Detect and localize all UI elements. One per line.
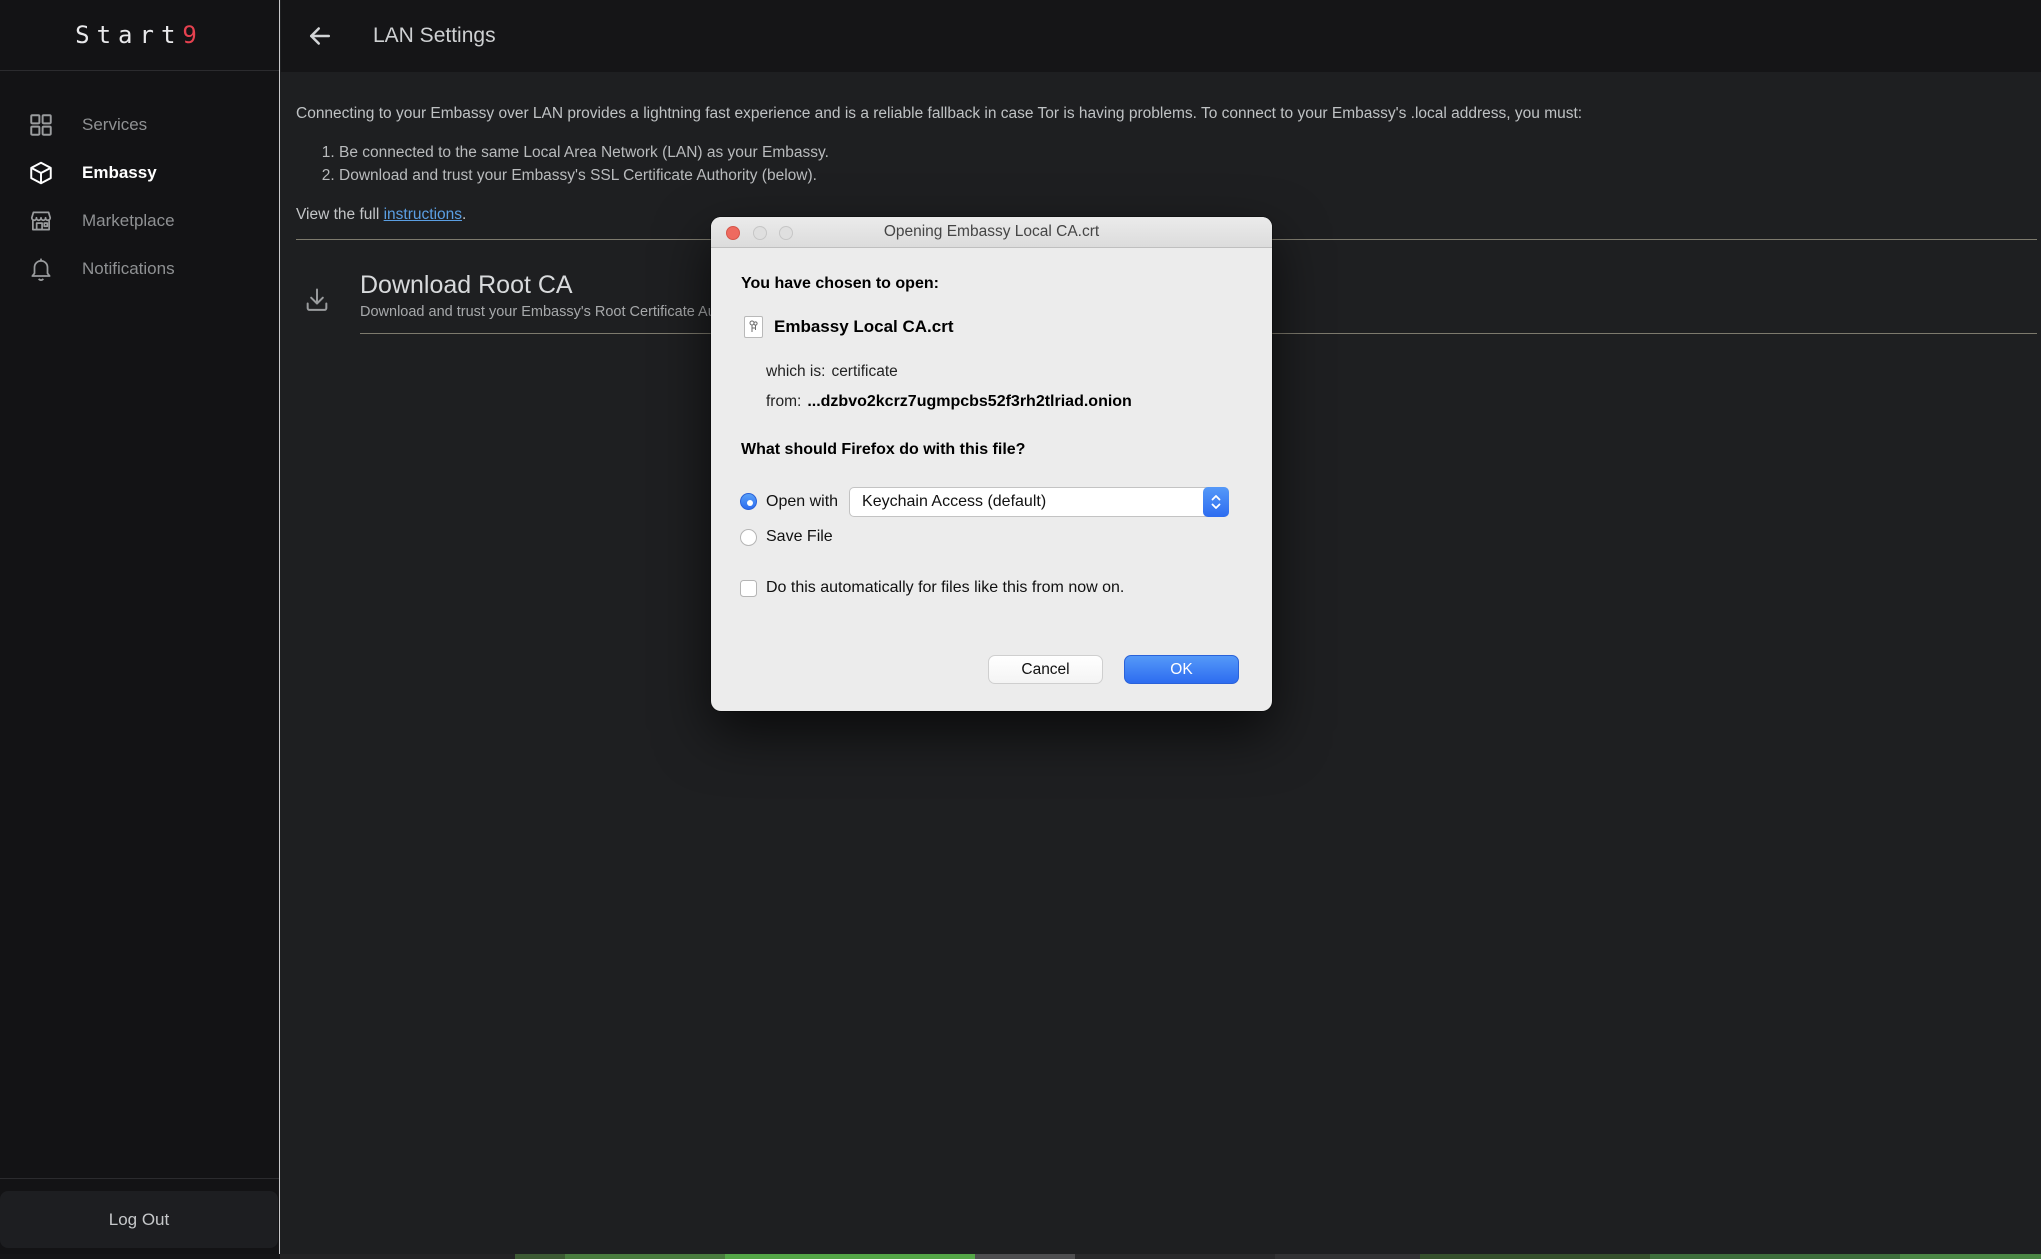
grid-icon: [28, 112, 54, 138]
which-is-value: certificate: [831, 363, 897, 380]
save-file-radio[interactable]: [740, 529, 757, 546]
file-open-dialog: Opening Embassy Local CA.crt You have ch…: [711, 217, 1272, 711]
save-file-row: Save File: [740, 528, 833, 546]
open-with-row: Open with Keychain Access (default): [740, 486, 1229, 517]
cancel-button[interactable]: Cancel: [988, 655, 1103, 684]
download-subtitle: Download and trust your Embassy's Root C…: [360, 304, 720, 320]
sidebar-item-services[interactable]: Services: [0, 101, 279, 149]
auto-label: Do this automatically for files like thi…: [766, 579, 1124, 597]
sidebar-item-marketplace[interactable]: Marketplace: [0, 197, 279, 245]
sidebar: Start9 Services Embassy: [0, 0, 280, 1254]
strip-segment: [975, 1254, 1075, 1259]
sidebar-item-notifications[interactable]: Notifications: [0, 245, 279, 293]
intro-text: Connecting to your Embassy over LAN prov…: [296, 104, 2037, 124]
steps-list: Be connected to the same Local Area Netw…: [296, 141, 2037, 187]
cube-icon: [28, 160, 54, 186]
file-name: Embassy Local CA.crt: [774, 317, 954, 337]
arrow-left-icon[interactable]: [305, 21, 335, 51]
storefront-icon: [28, 208, 54, 234]
certificate-file-icon: [744, 316, 763, 338]
download-icon: [303, 286, 331, 314]
dialog-title: Opening Embassy Local CA.crt: [711, 223, 1272, 241]
logout-button[interactable]: Log Out: [0, 1191, 278, 1248]
select-stepper-icon: [1203, 487, 1229, 517]
save-file-label: Save File: [766, 528, 833, 546]
strip-segment: [0, 1254, 280, 1259]
open-with-select[interactable]: Keychain Access (default): [849, 487, 1229, 517]
view-full-prefix: View the full: [296, 206, 384, 223]
strip-segment: [1900, 1254, 2041, 1259]
open-with-label: Open with: [766, 493, 838, 511]
bottom-strip: [0, 1254, 2041, 1259]
auto-row: Do this automatically for files like thi…: [740, 579, 1124, 597]
instructions-link[interactable]: instructions: [384, 206, 462, 223]
sidebar-divider: [0, 1178, 279, 1179]
dialog-question: What should Firefox do with this file?: [741, 441, 1025, 459]
logo-text: Start: [75, 21, 182, 49]
sidebar-item-embassy[interactable]: Embassy: [0, 149, 279, 197]
strip-segment: [725, 1254, 975, 1259]
strip-segment: [1075, 1254, 1275, 1259]
dialog-titlebar[interactable]: Opening Embassy Local CA.crt: [711, 217, 1272, 248]
auto-checkbox[interactable]: [740, 580, 757, 597]
strip-segment: [1275, 1254, 1420, 1259]
chosen-label: You have chosen to open:: [741, 275, 939, 293]
page-title: LAN Settings: [373, 24, 496, 48]
sidebar-item-label: Services: [82, 115, 147, 135]
download-title: Download Root CA: [360, 270, 720, 300]
logo-accent: 9: [182, 21, 203, 49]
sidebar-item-label: Marketplace: [82, 211, 175, 231]
ok-button[interactable]: OK: [1124, 655, 1239, 684]
step-item: Download and trust your Embassy's SSL Ce…: [339, 164, 2037, 187]
open-with-value: Keychain Access (default): [862, 493, 1046, 511]
view-full-suffix: .: [462, 206, 466, 223]
sidebar-item-label: Notifications: [82, 259, 175, 279]
file-row: Embassy Local CA.crt: [744, 316, 954, 338]
strip-segment: [565, 1254, 725, 1259]
app-logo[interactable]: Start9: [0, 0, 279, 70]
which-is-row: which is: certificate: [766, 363, 898, 381]
strip-segment: [1420, 1254, 1650, 1259]
strip-segment: [515, 1254, 565, 1259]
bell-icon: [28, 256, 54, 282]
sidebar-item-label: Embassy: [82, 163, 157, 183]
step-item: Be connected to the same Local Area Netw…: [339, 141, 2037, 164]
header: LAN Settings: [281, 0, 2041, 72]
from-row: from: ...dzbvo2kcrz7ugmpcbs52f3rh2tlriad.…: [766, 393, 1132, 411]
sidebar-nav: Services Embassy Marketplace: [0, 71, 279, 293]
strip-segment: [280, 1254, 515, 1259]
from-label: from:: [766, 393, 801, 410]
open-with-radio[interactable]: [740, 493, 757, 510]
strip-segment: [1650, 1254, 1900, 1259]
which-is-label: which is:: [766, 363, 825, 380]
from-value: ...dzbvo2kcrz7ugmpcbs52f3rh2tlriad.onion: [807, 393, 1132, 410]
